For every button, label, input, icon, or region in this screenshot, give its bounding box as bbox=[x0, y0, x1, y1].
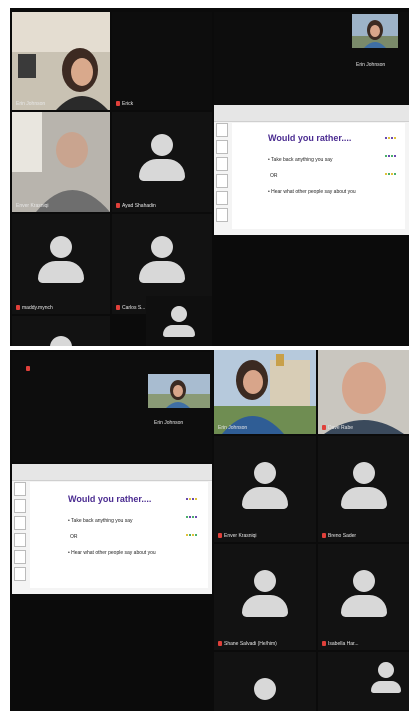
self-view-tile[interactable]: Erin Johnson bbox=[214, 12, 409, 110]
muted-mic-icon bbox=[116, 305, 120, 311]
participant-tile[interactable]: maddy.mynch bbox=[12, 214, 110, 314]
participant-name: Ayad Shahadin bbox=[116, 203, 156, 209]
muted-mic-icon bbox=[26, 366, 30, 371]
participant-video bbox=[318, 350, 409, 434]
avatar bbox=[163, 306, 195, 337]
participant-name: Dave Rabe bbox=[322, 425, 353, 431]
avatar bbox=[340, 462, 387, 509]
slide-option-2: • Hear what other people say about you bbox=[268, 189, 356, 195]
avatar bbox=[371, 662, 401, 693]
participant-video bbox=[12, 12, 110, 110]
avatar bbox=[139, 236, 185, 283]
slide-title: Would you rather.... bbox=[68, 494, 152, 504]
participant-name: Erin Johnson bbox=[218, 425, 248, 431]
participant-tile[interactable]: Erick bbox=[112, 12, 212, 110]
slide-canvas: Would you rather.... • Take back anythin… bbox=[232, 123, 405, 229]
ribbon-toolbar bbox=[214, 105, 409, 122]
participant-video bbox=[12, 112, 110, 212]
shared-screen-slide[interactable]: Would you rather.... • Take back anythin… bbox=[214, 105, 409, 235]
participant-tile[interactable]: Erin Johnson bbox=[214, 350, 316, 434]
avatar bbox=[139, 134, 185, 181]
participant-name: Erick bbox=[116, 101, 133, 107]
participant-tile[interactable]: Shane Salvadi (He/him) bbox=[214, 544, 316, 650]
avatar bbox=[50, 336, 72, 346]
slide-thumbnails bbox=[14, 482, 26, 590]
muted-mic-icon bbox=[322, 425, 326, 431]
avatar bbox=[242, 462, 288, 509]
slide-or: OR bbox=[270, 173, 278, 179]
participant-name: Enver Krasniqi bbox=[16, 203, 49, 209]
slide-title: Would you rather.... bbox=[268, 133, 352, 143]
participant-tile[interactable] bbox=[318, 652, 409, 711]
participant-tile[interactable] bbox=[146, 296, 212, 346]
shared-screen-slide[interactable]: Would you rather.... • Take back anythin… bbox=[12, 464, 212, 594]
decorative-dots bbox=[385, 127, 399, 181]
muted-mic-icon bbox=[116, 203, 120, 209]
self-view-name: Erin Johnson bbox=[154, 420, 184, 426]
slide-canvas: Would you rather.... • Take back anythin… bbox=[30, 482, 208, 588]
avatar bbox=[242, 570, 288, 617]
participant-name: Carlos S... bbox=[116, 305, 145, 311]
muted-mic-icon bbox=[16, 305, 20, 311]
avatar bbox=[340, 570, 387, 617]
participant-tile[interactable] bbox=[214, 652, 316, 711]
muted-mic-icon bbox=[218, 641, 222, 647]
ribbon-toolbar bbox=[12, 464, 212, 481]
slide-option-1: • Take back anything you say bbox=[68, 518, 133, 524]
participant-tile[interactable]: Dave Rabe bbox=[318, 350, 409, 434]
self-view-video bbox=[352, 14, 398, 48]
participant-tile[interactable]: Isabella Har... bbox=[318, 544, 409, 650]
muted-mic-icon bbox=[218, 533, 222, 539]
muted-mic-icon bbox=[322, 641, 326, 647]
participant-name: Breno Sader bbox=[322, 533, 356, 539]
slide-option-1: • Take back anything you say bbox=[268, 157, 333, 163]
slide-thumbnails bbox=[216, 123, 228, 231]
decorative-dots bbox=[186, 488, 200, 542]
self-view-video bbox=[148, 374, 210, 408]
participant-name: Isabella Har... bbox=[322, 641, 359, 647]
self-view-tile[interactable]: Erin Johnson bbox=[12, 352, 212, 462]
participant-name: Erin Johnson bbox=[16, 101, 46, 107]
participant-tile[interactable] bbox=[12, 316, 110, 346]
slide-option-2: • Hear what other people say about you bbox=[68, 550, 156, 556]
muted-mic-icon bbox=[116, 101, 120, 107]
participant-video bbox=[214, 350, 316, 434]
participant-tile[interactable]: Enver Krasniqi bbox=[214, 436, 316, 542]
participant-tile[interactable]: Erin Johnson bbox=[12, 12, 110, 110]
participant-tile[interactable]: Enver Krasniqi bbox=[12, 112, 110, 212]
participant-tile[interactable]: Breno Sader bbox=[318, 436, 409, 542]
avatar bbox=[254, 678, 276, 700]
muted-mic-icon bbox=[322, 533, 326, 539]
participant-tile[interactable]: Ayad Shahadin bbox=[112, 112, 212, 212]
slide-or: OR bbox=[70, 534, 78, 540]
participant-name: maddy.mynch bbox=[16, 305, 53, 311]
avatar bbox=[38, 236, 84, 283]
self-view-name: Erin Johnson bbox=[356, 62, 386, 68]
participant-name: Shane Salvadi (He/him) bbox=[218, 641, 277, 647]
participant-name: Enver Krasniqi bbox=[218, 533, 257, 539]
